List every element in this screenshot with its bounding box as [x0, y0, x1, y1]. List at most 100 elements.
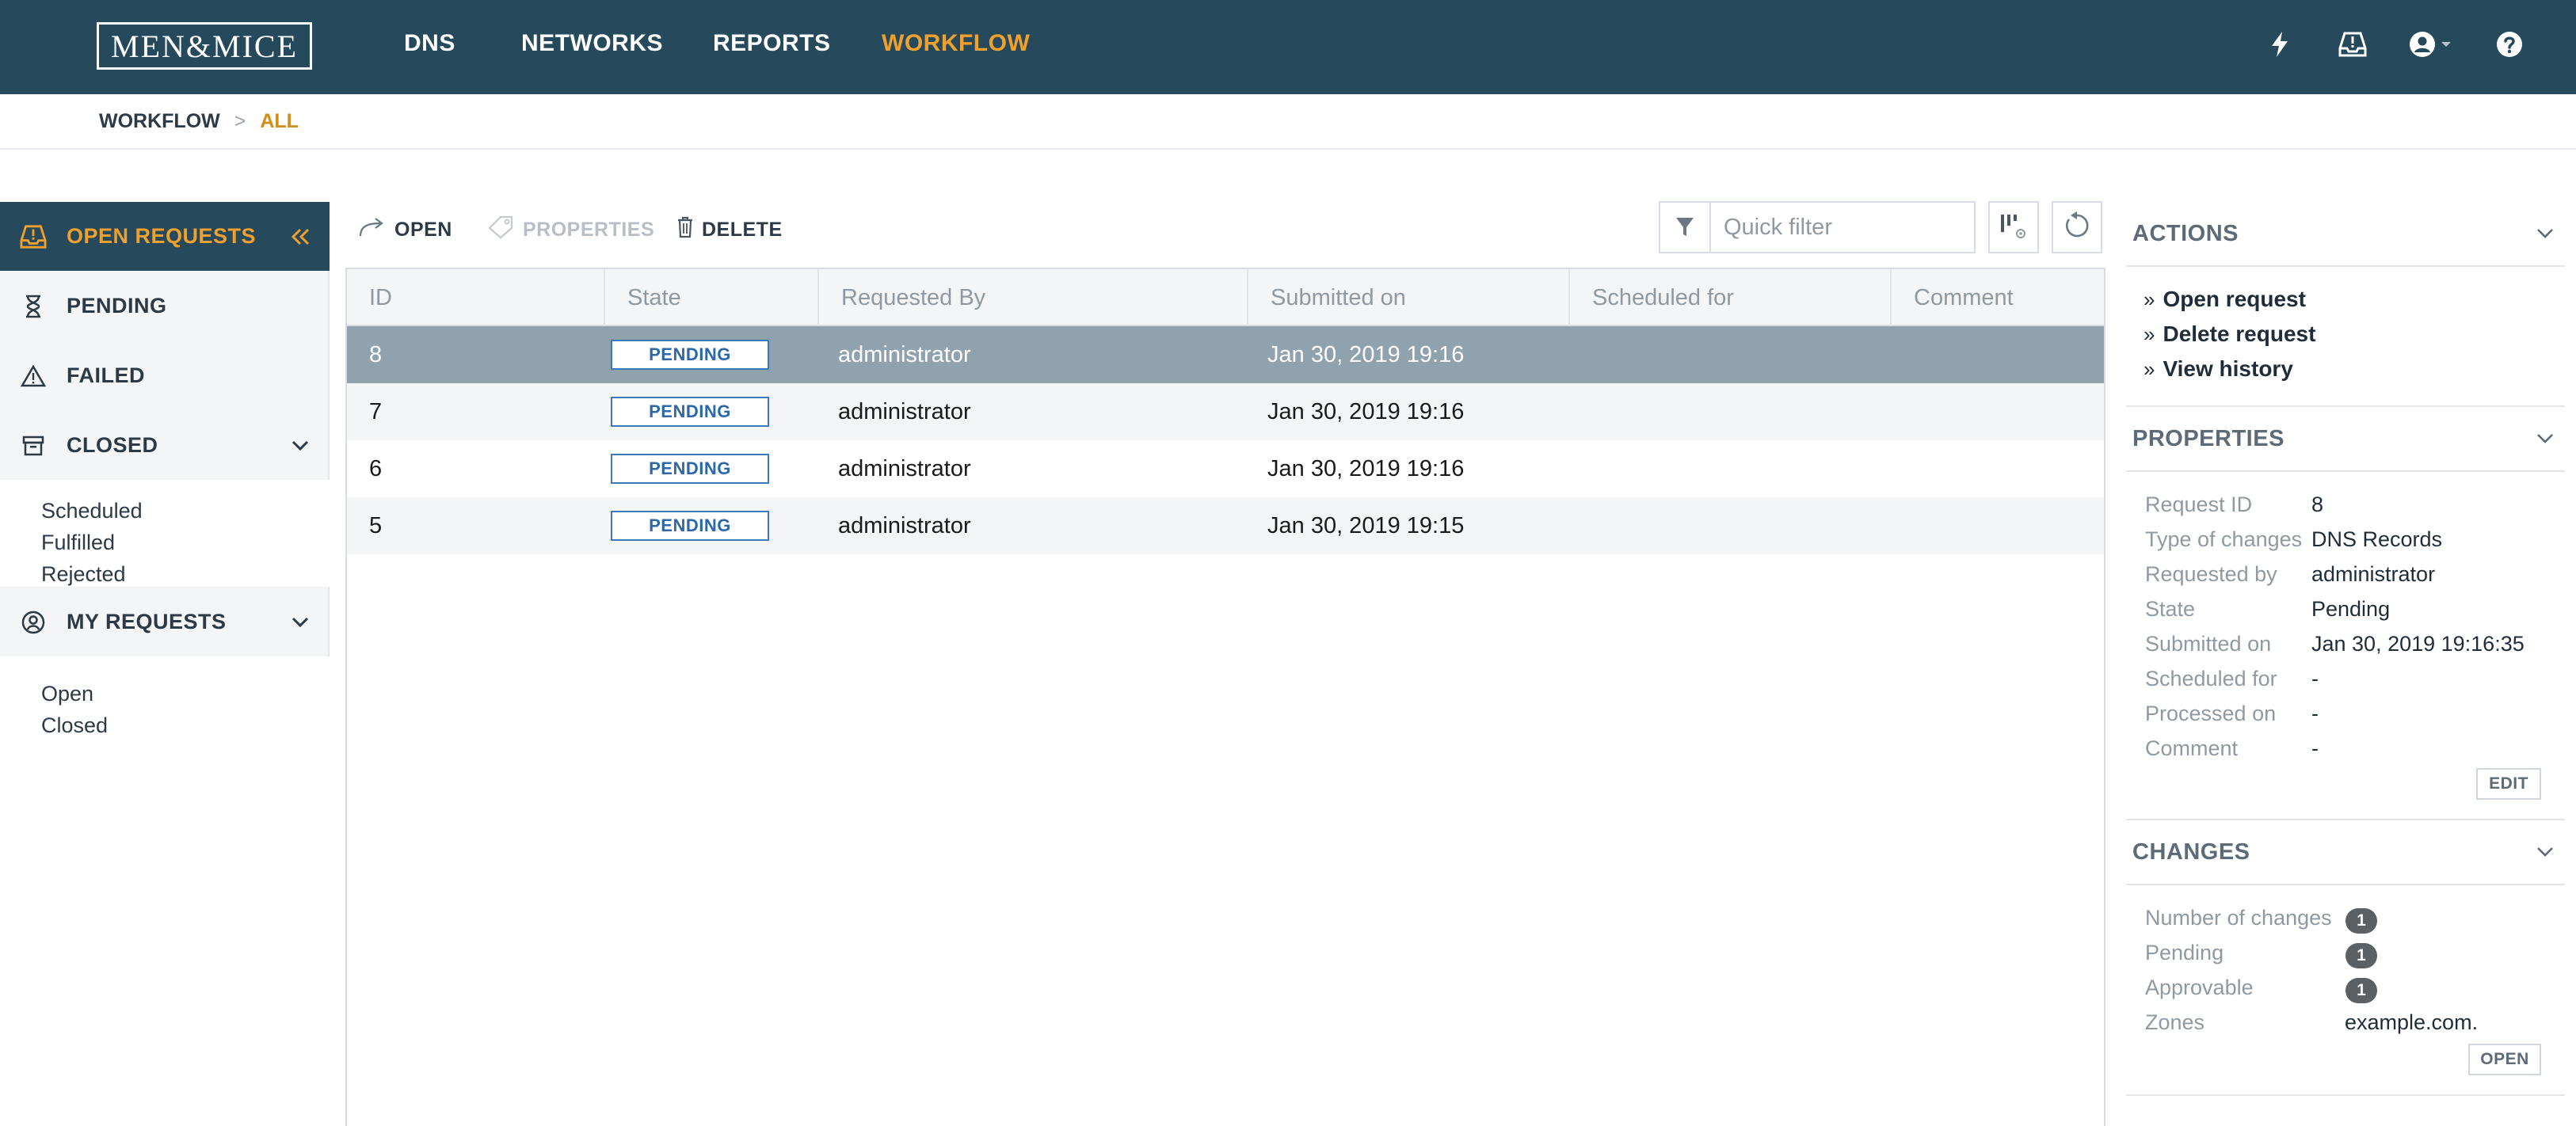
table-row[interactable]: 5 PENDING administrator Jan 30, 2019 19:… [347, 497, 2104, 554]
action-label: Delete request [2163, 321, 2316, 346]
top-navigation-bar: MEN&MICE DNS NETWORKS REPORTS WORKFLOW [0, 0, 2576, 94]
column-settings-button[interactable] [1988, 201, 2039, 253]
prop-label-request-id: Request ID [2145, 493, 2253, 516]
sidebar-item-my-closed[interactable]: Closed [41, 713, 108, 738]
breadcrumb: WORKFLOW > ALL [99, 110, 299, 133]
prop-label-submitted-on: Submitted on [2145, 632, 2272, 656]
prop-label-scheduled-for: Scheduled for [2145, 667, 2277, 690]
closed-submenu: Scheduled Fulfilled Rejected [0, 480, 330, 587]
changes-label-zones: Zones [2145, 1010, 2205, 1034]
action-label: Open request [2163, 287, 2306, 311]
properties-button[interactable]: PROPERTIES [488, 212, 654, 247]
divider [2126, 265, 2565, 267]
open-changes-button[interactable]: OPEN [2468, 1044, 2541, 1075]
nav-workflow[interactable]: WORKFLOW [882, 30, 1030, 57]
collapse-sidebar-icon[interactable] [288, 225, 312, 249]
quick-filter [1659, 201, 1976, 253]
chevron-down-icon [2533, 222, 2557, 245]
changes-label-pending: Pending [2145, 941, 2224, 964]
cell-requested-by: administrator [838, 455, 971, 481]
prop-label-state: State [2145, 597, 2196, 621]
request-filter-sidebar: OPEN REQUESTS PENDING FAILED CLOSED Sche… [0, 202, 330, 804]
sidebar-item-my-requests[interactable]: MY REQUESTS [0, 588, 330, 656]
sidebar-item-closed[interactable]: CLOSED [0, 411, 330, 480]
table-header: ID State Requested By Submitted on Sched… [347, 269, 2104, 326]
table-row[interactable]: 8 PENDING administrator Jan 30, 2019 19:… [347, 326, 2104, 383]
edit-button[interactable]: EDIT [2476, 768, 2541, 800]
changes-value-zones: example.com. [2345, 1010, 2479, 1034]
prop-value-processed-on: - [2311, 702, 2319, 725]
my-requests-submenu: Open Closed [0, 656, 330, 804]
changes-section-header[interactable]: CHANGES [2126, 820, 2565, 884]
double-chevron-right-icon: » [2143, 356, 2155, 381]
actions-title: ACTIONS [2132, 220, 2239, 246]
requests-table: ID State Requested By Submitted on Sched… [345, 268, 2105, 1126]
chevron-down-icon[interactable] [288, 611, 312, 634]
divider [2126, 470, 2565, 472]
prop-label-comment: Comment [2145, 736, 2239, 760]
prop-label-requested-by: Requested by [2145, 562, 2277, 586]
action-label: View history [2163, 356, 2293, 381]
delete-button[interactable]: DELETE [676, 212, 783, 247]
divider [2126, 884, 2565, 885]
sidebar-item-pending[interactable]: PENDING [0, 272, 330, 340]
column-header-id[interactable]: ID [347, 269, 605, 326]
status-badge: PENDING [611, 511, 769, 541]
cell-submitted-on: Jan 30, 2019 19:16 [1267, 341, 1465, 367]
properties-title: PROPERTIES [2132, 425, 2284, 451]
logo-text: MEN&MICE [111, 28, 298, 64]
nav-reports[interactable]: REPORTS [713, 30, 831, 57]
cell-requested-by: administrator [838, 512, 971, 538]
tag-icon [488, 215, 515, 245]
breadcrumb-separator: > [234, 110, 246, 132]
prop-value-state: Pending [2311, 597, 2391, 621]
help-icon[interactable] [2494, 29, 2525, 60]
quick-filter-input[interactable] [1711, 203, 1972, 252]
columns-gear-icon [1998, 210, 2029, 245]
actions-section-header[interactable]: ACTIONS [2126, 202, 2565, 265]
open-button[interactable]: OPEN [358, 212, 452, 247]
column-header-requested-by[interactable]: Requested By [819, 269, 1248, 326]
view-history-action[interactable]: » View history [2143, 356, 2293, 382]
status-badge: PENDING [611, 397, 769, 427]
changes-approvable-badge: 1 [2345, 978, 2377, 1003]
open-request-action[interactable]: » Open request [2143, 287, 2306, 312]
sidebar-item-open-requests[interactable]: OPEN REQUESTS [0, 202, 330, 271]
properties-button-label: PROPERTIES [523, 218, 655, 241]
cell-id: 8 [369, 341, 383, 367]
cell-requested-by: administrator [838, 398, 971, 424]
table-row[interactable]: 7 PENDING administrator Jan 30, 2019 19:… [347, 383, 2104, 440]
sidebar-item-scheduled[interactable]: Scheduled [41, 499, 143, 523]
lightning-icon[interactable] [2264, 29, 2296, 60]
breadcrumb-workflow[interactable]: WORKFLOW [99, 110, 220, 133]
changes-label-number: Number of changes [2145, 906, 2332, 930]
table-row[interactable]: 6 PENDING administrator Jan 30, 2019 19:… [347, 440, 2104, 497]
refresh-button[interactable] [2052, 201, 2102, 253]
column-header-submitted-on[interactable]: Submitted on [1248, 269, 1570, 326]
column-header-state[interactable]: State [605, 269, 819, 326]
double-chevron-right-icon: » [2143, 287, 2155, 311]
sidebar-item-rejected[interactable]: Rejected [41, 562, 126, 587]
sidebar-item-fulfilled[interactable]: Fulfilled [41, 531, 115, 555]
column-header-scheduled-for[interactable]: Scheduled for [1570, 269, 1892, 326]
inbox-alert-icon[interactable] [2337, 29, 2368, 60]
open-button-label: OPEN [394, 218, 452, 241]
nav-networks[interactable]: NETWORKS [521, 30, 663, 57]
cell-submitted-on: Jan 30, 2019 19:15 [1267, 512, 1465, 538]
nav-dns[interactable]: DNS [404, 30, 455, 57]
user-account-icon[interactable] [2409, 29, 2456, 60]
prop-value-type-of-changes: DNS Records [2311, 527, 2443, 551]
sidebar-item-my-open[interactable]: Open [41, 682, 93, 706]
men-and-mice-logo[interactable]: MEN&MICE [97, 22, 312, 70]
changes-label-approvable: Approvable [2145, 976, 2254, 999]
chevron-down-icon[interactable] [288, 434, 312, 458]
status-badge: PENDING [611, 454, 769, 484]
sidebar-item-label: CLOSED [67, 433, 158, 457]
sidebar-item-label: PENDING [67, 294, 167, 318]
column-header-comment[interactable]: Comment [1892, 269, 2104, 326]
delete-request-action[interactable]: » Delete request [2143, 321, 2315, 347]
sidebar-item-failed[interactable]: FAILED [0, 341, 330, 410]
sidebar-item-label: FAILED [67, 363, 146, 387]
filter-funnel-icon[interactable] [1660, 203, 1711, 252]
properties-section-header[interactable]: PROPERTIES [2126, 407, 2565, 470]
